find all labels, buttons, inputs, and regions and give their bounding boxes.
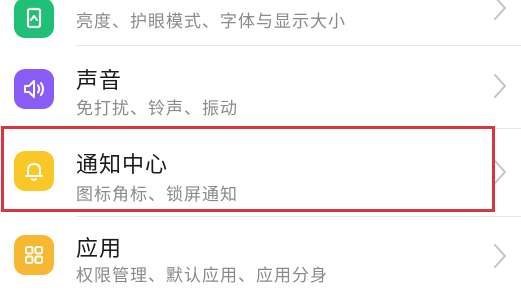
display-icon bbox=[14, 0, 54, 38]
settings-item-subtitle: 权限管理、默认应用、应用分身 bbox=[76, 266, 328, 286]
chevron-right-icon bbox=[493, 73, 507, 99]
apps-grid-icon bbox=[14, 235, 54, 275]
divider bbox=[76, 45, 521, 46]
settings-item-display[interactable]: 亮度、护眼模式、字体与显示大小 bbox=[0, 0, 521, 46]
chevron-right-icon bbox=[493, 159, 507, 185]
settings-list: 亮度、护眼模式、字体与显示大小 声音 免打扰、铃声、振动 通知中心 图标角标、锁… bbox=[0, 0, 521, 286]
settings-item-subtitle: 免打扰、铃声、振动 bbox=[76, 99, 238, 119]
chevron-right-icon bbox=[493, 243, 507, 269]
settings-item-notification-center[interactable]: 通知中心 图标角标、锁屏通知 bbox=[0, 129, 521, 217]
settings-item-apps[interactable]: 应用 权限管理、默认应用、应用分身 bbox=[0, 217, 521, 299]
chevron-right-icon bbox=[493, 0, 507, 21]
settings-item-subtitle: 亮度、护眼模式、字体与显示大小 bbox=[76, 12, 346, 32]
bell-icon bbox=[14, 151, 54, 191]
settings-item-subtitle: 图标角标、锁屏通知 bbox=[76, 185, 238, 205]
settings-item-title: 应用 bbox=[76, 237, 123, 262]
settings-item-title: 通知中心 bbox=[76, 153, 169, 178]
speaker-icon bbox=[14, 69, 54, 109]
settings-item-sound[interactable]: 声音 免打扰、铃声、振动 bbox=[0, 47, 521, 129]
settings-item-title: 声音 bbox=[76, 69, 123, 94]
